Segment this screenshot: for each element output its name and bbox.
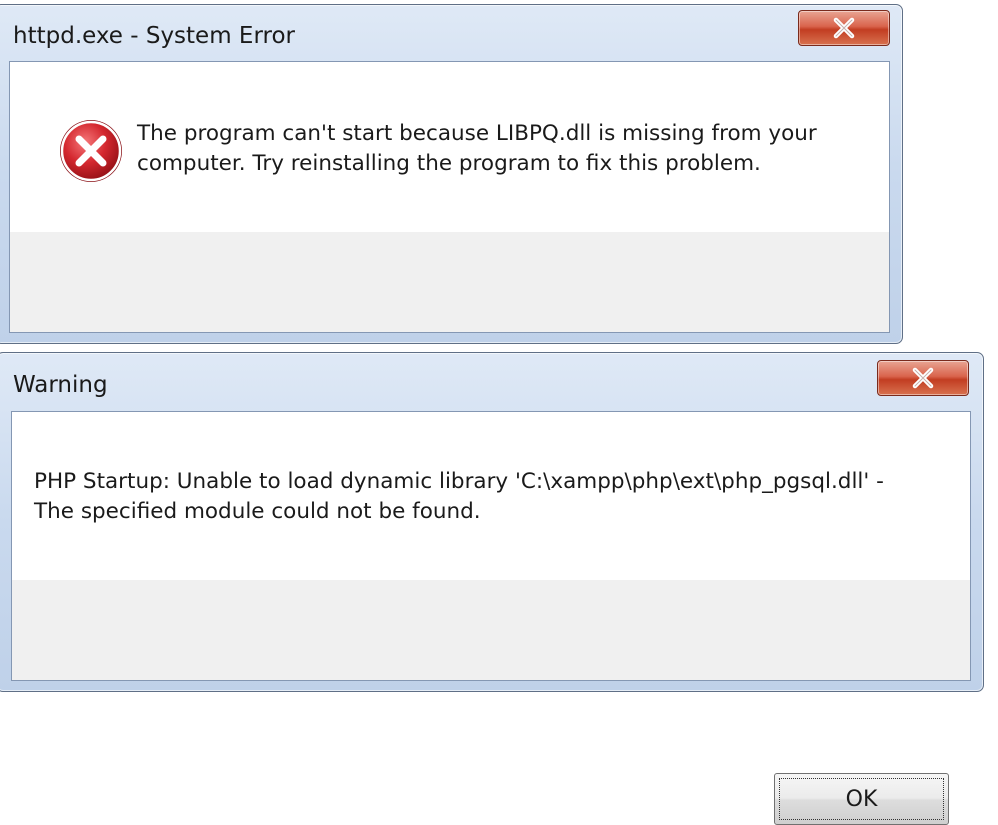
dialog-title: httpd.exe - System Error	[13, 23, 295, 49]
system-error-dialog: httpd.exe - System Error The program can…	[0, 4, 903, 481]
dialog-body: PHP Startup: Unable to load dynamic libr…	[11, 411, 971, 825]
message-line: computer. Try reinstalling the program t…	[137, 151, 761, 176]
dialog-title: Warning	[13, 372, 108, 398]
dialog-body: The program can't start because LIBPQ.dl…	[9, 61, 890, 481]
close-button[interactable]	[877, 360, 969, 396]
close-button[interactable]	[798, 10, 890, 46]
error-icon	[60, 120, 122, 182]
button-bar: OK	[12, 580, 970, 825]
close-icon	[912, 367, 934, 389]
message-line: The program can't start because LIBPQ.dl…	[137, 121, 817, 146]
message-line: PHP Startup: Unable to load dynamic libr…	[34, 469, 884, 494]
error-message: The program can't start because LIBPQ.dl…	[137, 119, 817, 179]
ok-button[interactable]: OK	[774, 773, 949, 825]
message-line: The specified module could not be found.	[34, 499, 481, 524]
warning-dialog: Warning PHP Startup: Unable to load dyna…	[0, 352, 984, 825]
warning-message: PHP Startup: Unable to load dynamic libr…	[34, 467, 884, 527]
button-bar: OK	[10, 232, 889, 481]
close-icon	[833, 17, 855, 39]
